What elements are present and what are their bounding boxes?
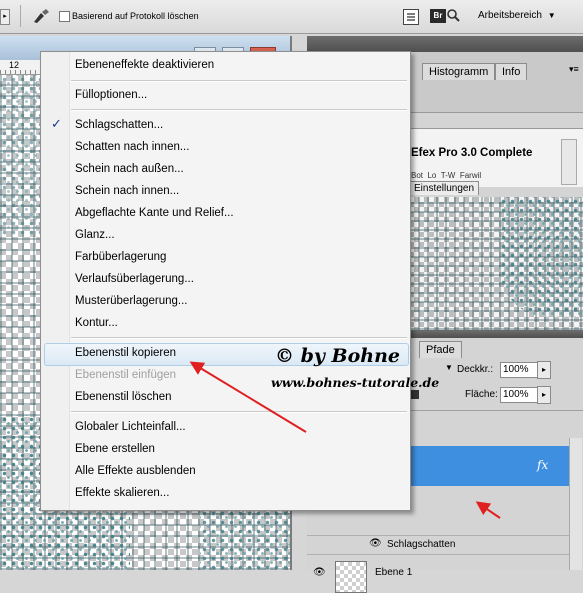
- watermark-url: www.bohnes-tutorale.de: [271, 375, 440, 390]
- menu-item-outer-glow[interactable]: Schein nach außen...: [75, 159, 184, 179]
- tab-histogram[interactable]: Histogramm: [422, 63, 496, 80]
- menu-item-satin[interactable]: Glanz...: [75, 225, 115, 245]
- separator: [20, 5, 21, 27]
- ornament-pattern: [499, 197, 583, 317]
- menu-item-hide-all-effects[interactable]: Alle Effekte ausblenden: [75, 461, 196, 481]
- opacity-input[interactable]: 100%: [500, 362, 538, 378]
- layer-name: Ebene 1: [375, 567, 413, 578]
- menu-separator: [71, 337, 407, 339]
- plugin-tab-strip: Bot Lo T-W Farwil: [411, 171, 482, 180]
- preview-thumbnail: [409, 197, 583, 330]
- opacity-stepper[interactable]: ▸: [537, 361, 551, 379]
- layers-scrollbar[interactable]: [569, 438, 582, 570]
- menu-separator: [71, 80, 407, 82]
- menu-item-inner-glow[interactable]: Schein nach innen...: [75, 181, 179, 201]
- plugin-scrollbar[interactable]: [561, 139, 577, 185]
- effect-row[interactable]: 👁 Schlagschatten: [307, 535, 569, 554]
- menu-item-create-layer[interactable]: Ebene erstellen: [75, 439, 155, 459]
- eye-icon[interactable]: 👁: [313, 567, 326, 578]
- eraser-brush-icon[interactable]: [32, 8, 50, 24]
- menu-item-scale-effects[interactable]: Effekte skalieren...: [75, 483, 169, 503]
- menu-item-inner-shadow[interactable]: Schatten nach innen...: [75, 137, 189, 157]
- chevron-down-icon: ▼: [547, 11, 556, 20]
- menu-item-pattern-overlay[interactable]: Musterüberlagerung...: [75, 291, 188, 311]
- menu-item-disable-effects[interactable]: Ebeneneffekte deaktivieren: [75, 55, 214, 75]
- menu-item-blending-options[interactable]: Fülloptionen...: [75, 85, 147, 105]
- ornament-pattern: [0, 75, 40, 235]
- panel-toggle-icon[interactable]: [403, 9, 419, 25]
- menu-item-gradient-overlay[interactable]: Verlaufsüberlagerung...: [75, 269, 194, 289]
- workspace-menu[interactable]: Arbeitsbereich ▼: [478, 10, 556, 21]
- menu-item-clear-layer-style[interactable]: Ebenenstil löschen: [75, 387, 172, 407]
- fill-input[interactable]: 100%: [500, 387, 538, 403]
- ruler-tick-label: 12: [9, 60, 20, 70]
- selected-layer-row[interactable]: fx: [409, 446, 569, 486]
- zoom-search-icon: [447, 9, 460, 22]
- layer-thumbnail: [335, 561, 367, 593]
- panel-dock-header: [307, 36, 583, 52]
- blend-mode-arrow[interactable]: ▼: [445, 363, 453, 372]
- protocol-label: Basierend auf Protokoll löschen: [72, 11, 199, 21]
- plugin-title: Efex Pro 3.0 Complete: [411, 147, 533, 159]
- arrow-stepper[interactable]: ▸: [0, 9, 10, 25]
- menu-item-paste-layer-style: Ebenenstil einfügen: [75, 369, 177, 381]
- fill-stepper[interactable]: ▸: [537, 386, 551, 404]
- menu-separator: [71, 411, 407, 413]
- tab-settings[interactable]: Einstellungen: [409, 181, 480, 195]
- bridge-button[interactable]: Br: [430, 6, 460, 26]
- layer-row[interactable]: 👁 Ebene 1: [307, 554, 569, 593]
- menu-item-bevel-emboss[interactable]: Abgeflachte Kante und Relief...: [75, 203, 234, 223]
- opacity-label: Deckkr.:: [457, 364, 494, 375]
- effect-name: Schlagschatten: [387, 539, 456, 550]
- layer-style-context-menu: Ebeneneffekte deaktivieren Fülloptionen.…: [40, 51, 411, 511]
- workspace-label: Arbeitsbereich: [478, 10, 542, 21]
- menu-item-drop-shadow[interactable]: Schlagschatten...: [75, 115, 163, 135]
- menu-item-color-overlay[interactable]: Farbüberlagerung: [75, 247, 166, 267]
- menu-item-copy-layer-style[interactable]: Ebenenstil kopieren: [75, 343, 176, 363]
- eye-icon[interactable]: 👁: [369, 538, 382, 549]
- lock-icon[interactable]: [410, 390, 419, 399]
- fill-label: Fläche:: [465, 389, 498, 400]
- watermark-author: © by Bohne: [275, 345, 401, 367]
- check-icon: ✓: [51, 116, 62, 131]
- menu-item-global-light[interactable]: Globaler Lichteinfall...: [75, 417, 186, 437]
- tab-info[interactable]: Info: [495, 63, 528, 80]
- panel-menu-icon[interactable]: ▾≡: [569, 64, 579, 75]
- fx-badge: fx: [537, 458, 549, 472]
- menu-separator: [71, 109, 407, 111]
- menu-item-stroke[interactable]: Kontur...: [75, 313, 118, 333]
- options-bar: ▸ Basierend auf Protokoll löschen Br Arb…: [0, 0, 583, 34]
- bridge-icon: Br: [430, 9, 446, 23]
- protocol-checkbox[interactable]: [59, 11, 70, 22]
- tab-paths[interactable]: Pfade: [419, 341, 462, 358]
